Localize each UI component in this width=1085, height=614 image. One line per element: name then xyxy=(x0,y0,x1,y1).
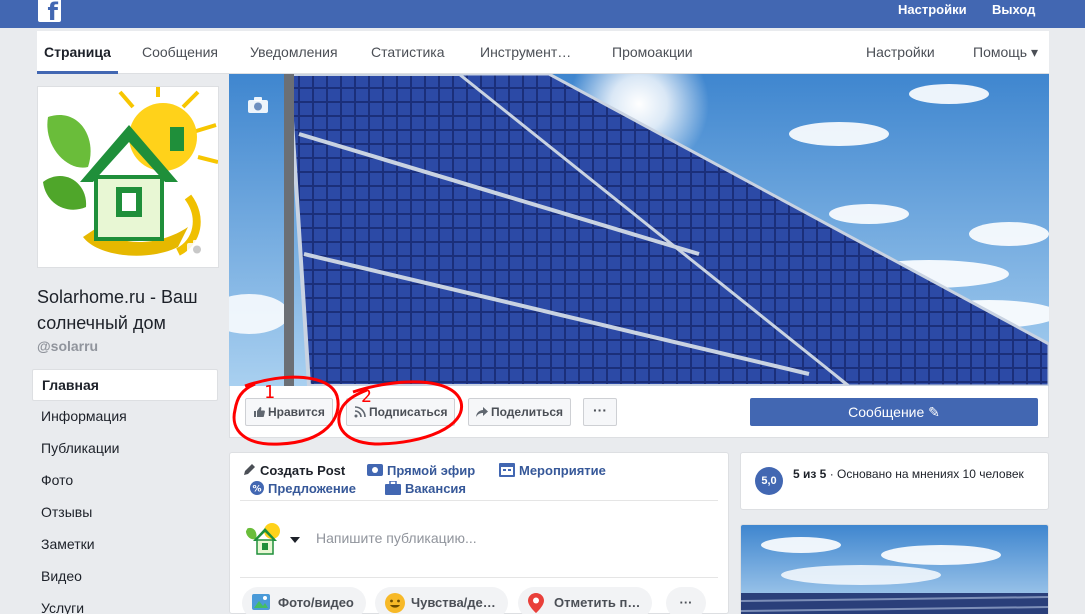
sidebar-item-home[interactable]: Главная xyxy=(32,369,218,401)
tab-notifications[interactable]: Уведомления xyxy=(250,44,338,60)
tab-tools[interactable]: Инструмент… xyxy=(480,44,571,60)
rating-score: 5 из 5 xyxy=(793,467,827,481)
smiley-icon xyxy=(385,593,405,613)
sidebar-item-about[interactable]: Информация xyxy=(32,401,218,433)
pencil-icon xyxy=(244,464,255,475)
offer-option[interactable]: % Предложение xyxy=(250,481,356,496)
solar-farm-image xyxy=(741,525,1048,614)
tab-settings[interactable]: Настройки xyxy=(866,44,935,60)
more-actions-button[interactable]: ··· xyxy=(583,398,617,426)
top-settings-link[interactable]: Настройки xyxy=(898,2,967,17)
location-pin-icon xyxy=(528,593,544,613)
share-button[interactable]: Поделиться xyxy=(468,398,572,426)
create-post-option[interactable]: Создать Post xyxy=(242,463,345,478)
briefcase-icon xyxy=(385,481,401,495)
photo-icon xyxy=(252,594,270,610)
cover-camera-icon[interactable] xyxy=(247,96,269,114)
tab-statistics[interactable]: Статистика xyxy=(371,44,445,60)
annotation-number-1: 1 xyxy=(264,382,275,403)
feelings-activity-button[interactable]: Чувства/де… xyxy=(375,587,508,614)
annotation-number-2: 2 xyxy=(361,386,372,407)
chevron-down-icon[interactable] xyxy=(290,537,300,543)
top-navigation-bar: f Настройки Выход xyxy=(0,0,1085,28)
solarhome-avatar-icon xyxy=(244,519,286,561)
solar-panels-image xyxy=(229,74,1049,386)
sidebar-navigation: Главная Информация Публикации Фото Отзыв… xyxy=(32,369,218,614)
share-arrow-icon xyxy=(476,407,488,417)
tab-help[interactable]: Помощь ▾ xyxy=(973,44,1038,61)
sidebar-item-reviews[interactable]: Отзывы xyxy=(32,497,218,529)
event-option[interactable]: Мероприятие xyxy=(499,463,606,478)
post-input[interactable]: Напишите публикацию... xyxy=(316,530,477,546)
cover-photo[interactable] xyxy=(229,74,1049,386)
photo-video-button[interactable]: Фото/видео xyxy=(242,587,366,614)
live-video-icon xyxy=(367,464,383,476)
composer-divider-bottom xyxy=(240,577,718,578)
live-video-option[interactable]: Прямой эфир xyxy=(367,463,475,478)
page-title: Solarhome.ru - Ваш солнечный дом xyxy=(37,287,198,333)
camera-icon[interactable] xyxy=(186,239,208,257)
calendar-icon xyxy=(499,463,515,477)
jobs-option[interactable]: Вакансия xyxy=(385,481,466,496)
sidebar-item-videos[interactable]: Видео xyxy=(32,561,218,593)
svg-text:%: % xyxy=(252,485,261,495)
photo-preview-card[interactable] xyxy=(740,524,1049,614)
composer-more-button[interactable]: ··· xyxy=(666,587,706,614)
page-username[interactable]: @solarru xyxy=(37,338,98,354)
composer-divider xyxy=(240,500,718,501)
sidebar-item-notes[interactable]: Заметки xyxy=(32,529,218,561)
post-composer: Создать Post Прямой эфир Мероприятие % Пр… xyxy=(229,452,729,614)
logout-link[interactable]: Выход xyxy=(992,2,1035,17)
tab-page[interactable]: Страница xyxy=(44,44,111,60)
sidebar-item-photos[interactable]: Фото xyxy=(32,465,218,497)
rating-basis: · Основано на мнениях 10 человек xyxy=(826,467,1024,481)
percent-badge-icon: % xyxy=(250,481,264,495)
check-in-button[interactable]: Отметить п… xyxy=(518,587,653,614)
sidebar-item-services[interactable]: Услуги xyxy=(32,593,218,614)
rating-badge: 5,0 xyxy=(755,467,783,495)
annotation-marks xyxy=(232,375,463,446)
profile-picture[interactable] xyxy=(37,86,219,268)
active-tab-indicator xyxy=(37,71,118,74)
sidebar-item-posts[interactable]: Публикации xyxy=(32,433,218,465)
rating-summary: 5 из 5 · Основано на мнениях 10 человек xyxy=(793,465,1033,483)
composer-avatar[interactable] xyxy=(244,519,286,561)
rating-card[interactable]: 5,0 5 из 5 · Основано на мнениях 10 чело… xyxy=(740,452,1049,510)
page-tabs-bar: Страница Сообщения Уведомления Статистик… xyxy=(37,31,1049,74)
facebook-logo-icon[interactable]: f xyxy=(38,0,61,24)
tab-promotions[interactable]: Промоакции xyxy=(612,44,693,60)
send-message-button[interactable]: Сообщение ✎ xyxy=(750,398,1038,426)
tab-messages[interactable]: Сообщения xyxy=(142,44,218,60)
